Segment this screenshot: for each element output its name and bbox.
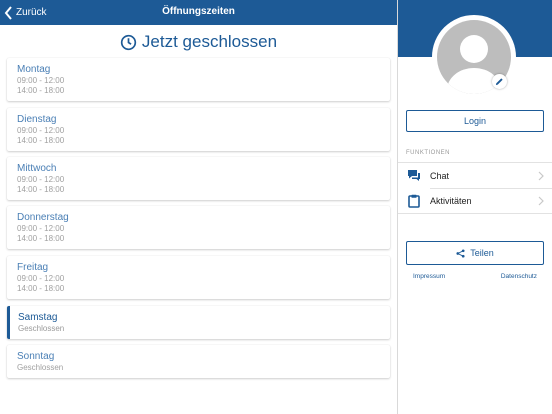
menu-item-chat[interactable]: Chat xyxy=(398,164,552,188)
share-button[interactable]: Teilen xyxy=(406,241,544,265)
day-card-sonntag[interactable]: Sonntag Geschlossen xyxy=(7,345,390,378)
time-slot: 09:00 - 12:00 xyxy=(17,175,65,184)
navigation-bar: Zurück Öffnungszeiten xyxy=(0,0,397,25)
impressum-link[interactable]: Impressum xyxy=(413,273,445,280)
page-title: Öffnungszeiten xyxy=(162,6,235,17)
menu-item-label: Chat xyxy=(430,171,450,181)
chevron-right-icon xyxy=(538,171,544,181)
edit-avatar-button[interactable] xyxy=(492,74,507,89)
menu-divider xyxy=(398,162,552,163)
time-slot: 09:00 - 12:00 xyxy=(17,274,65,283)
hours-pane: Zurück Öffnungszeiten Jetzt geschlossen … xyxy=(0,0,397,414)
login-button[interactable]: Login xyxy=(406,110,544,132)
day-name: Samstag xyxy=(18,312,58,323)
time-slot: 14:00 - 18:00 xyxy=(17,185,65,194)
time-slot: 14:00 - 18:00 xyxy=(17,136,65,145)
day-name: Sonntag xyxy=(17,351,55,362)
chevron-right-icon xyxy=(538,196,544,206)
day-name: Freitag xyxy=(17,262,49,273)
time-slot: 09:00 - 12:00 xyxy=(17,224,65,233)
day-name: Montag xyxy=(17,64,51,75)
status-text: Jetzt geschlossen xyxy=(141,32,278,51)
pencil-icon xyxy=(495,78,503,86)
open-status: Jetzt geschlossen xyxy=(0,31,397,53)
day-card-mittwoch[interactable]: Mittwoch 09:00 - 12:00 14:00 - 18:00 xyxy=(7,157,390,200)
chat-icon xyxy=(407,169,421,183)
share-label: Teilen xyxy=(470,248,494,258)
datenschutz-link[interactable]: Datenschutz xyxy=(501,273,537,280)
share-icon xyxy=(456,248,465,258)
day-card-freitag[interactable]: Freitag 09:00 - 12:00 14:00 - 18:00 xyxy=(7,256,390,299)
profile-sidebar: Login FUNKTIONEN Chat Aktivitäten Teilen… xyxy=(398,0,552,414)
time-slot: Geschlossen xyxy=(17,363,64,372)
menu-item-label: Aktivitäten xyxy=(430,196,472,206)
day-card-dienstag[interactable]: Dienstag 09:00 - 12:00 14:00 - 18:00 xyxy=(7,108,390,151)
time-slot: Geschlossen xyxy=(18,324,65,333)
menu-item-aktivitaeten[interactable]: Aktivitäten xyxy=(398,189,552,213)
time-slot: 14:00 - 18:00 xyxy=(17,86,65,95)
day-card-montag[interactable]: Montag 09:00 - 12:00 14:00 - 18:00 xyxy=(7,58,390,101)
day-card-samstag[interactable]: Samstag Geschlossen xyxy=(7,306,390,339)
time-slot: 09:00 - 12:00 xyxy=(17,126,65,135)
day-name: Dienstag xyxy=(17,114,57,125)
time-slot: 09:00 - 12:00 xyxy=(17,76,65,85)
day-card-donnerstag[interactable]: Donnerstag 09:00 - 12:00 14:00 - 18:00 xyxy=(7,206,390,249)
time-slot: 14:00 - 18:00 xyxy=(17,234,65,243)
time-slot: 14:00 - 18:00 xyxy=(17,284,65,293)
day-name: Mittwoch xyxy=(17,163,57,174)
day-name: Donnerstag xyxy=(17,212,69,223)
menu-divider xyxy=(398,213,552,214)
clipboard-icon xyxy=(407,194,421,208)
section-label-funktionen: FUNKTIONEN xyxy=(406,150,450,156)
clock-icon xyxy=(120,34,137,50)
